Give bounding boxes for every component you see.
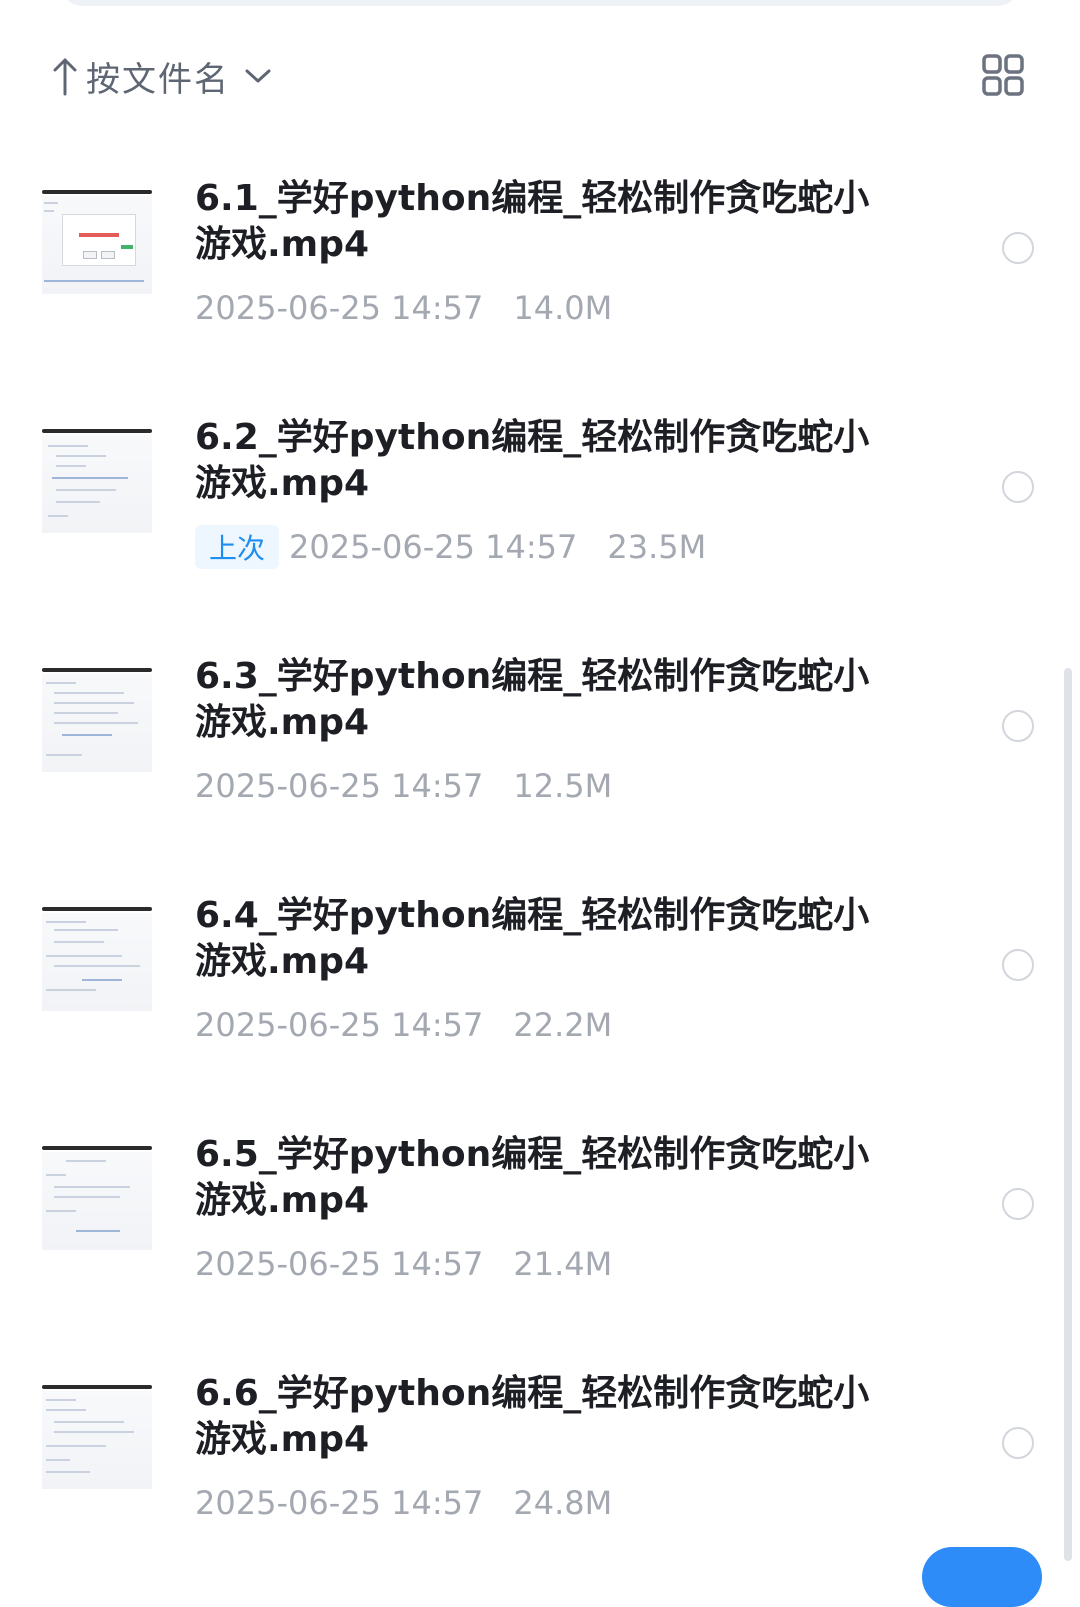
file-meta: 2025-06-25 14:57 24.8M [195,1481,612,1525]
file-row[interactable]: 6.1_学好python编程_轻松制作贪吃蛇小游戏.mp4 2025-06-25… [0,162,1080,401]
file-date: 2025-06-25 14:57 [195,289,484,327]
video-thumbnail [42,907,152,1017]
file-date: 2025-06-25 14:57 [289,528,578,566]
select-checkbox[interactable] [1002,710,1034,742]
floating-action-button[interactable] [922,1547,1042,1607]
last-played-badge: 上次 [195,525,280,569]
file-list: 6.1_学好python编程_轻松制作贪吃蛇小游戏.mp4 2025-06-25… [0,162,1080,1596]
search-bar-edge[interactable] [60,0,1020,6]
file-name: 6.4_学好python编程_轻松制作贪吃蛇小游戏.mp4 [195,895,870,982]
file-row[interactable]: 6.3_学好python编程_轻松制作贪吃蛇小游戏.mp4 2025-06-25… [0,640,1080,879]
video-thumbnail [42,668,152,778]
sort-label: 按文件名 [86,59,230,100]
file-row[interactable]: 6.4_学好python编程_轻松制作贪吃蛇小游戏.mp4 2025-06-25… [0,879,1080,1118]
file-size: 23.5M [607,528,707,566]
file-size: 21.4M [513,1245,613,1283]
video-thumbnail [42,1385,152,1495]
file-date: 2025-06-25 14:57 [195,1484,484,1522]
arrow-up-icon [53,58,77,96]
chevron-down-icon [245,69,271,83]
file-meta: 上次 2025-06-25 14:57 23.5M [195,525,706,569]
video-thumbnail [42,429,152,539]
file-row[interactable]: 6.2_学好python编程_轻松制作贪吃蛇小游戏.mp4 上次 2025-06… [0,401,1080,640]
select-checkbox[interactable] [1002,1427,1034,1459]
file-name: 6.2_学好python编程_轻松制作贪吃蛇小游戏.mp4 [195,417,870,504]
file-date: 2025-06-25 14:57 [195,767,484,805]
sort-selector[interactable]: 按文件名 [52,50,272,102]
video-thumbnail [42,190,152,300]
file-size: 24.8M [513,1484,613,1522]
file-name: 6.5_学好python编程_轻松制作贪吃蛇小游戏.mp4 [195,1134,870,1221]
select-checkbox[interactable] [1002,232,1034,264]
file-meta: 2025-06-25 14:57 22.2M [195,1003,612,1047]
select-checkbox[interactable] [1002,1188,1034,1220]
file-name: 6.1_学好python编程_轻松制作贪吃蛇小游戏.mp4 [195,178,870,265]
file-size: 22.2M [513,1006,613,1044]
file-size: 12.5M [513,767,613,805]
scrollbar[interactable] [1064,668,1072,1561]
grid-view-icon[interactable] [982,54,1024,96]
file-row[interactable]: 6.6_学好python编程_轻松制作贪吃蛇小游戏.mp4 2025-06-25… [0,1357,1080,1596]
file-meta: 2025-06-25 14:57 21.4M [195,1242,612,1286]
file-meta: 2025-06-25 14:57 12.5M [195,764,612,808]
file-size: 14.0M [513,289,613,327]
select-checkbox[interactable] [1002,949,1034,981]
file-row[interactable]: 6.5_学好python编程_轻松制作贪吃蛇小游戏.mp4 2025-06-25… [0,1118,1080,1357]
file-name: 6.3_学好python编程_轻松制作贪吃蛇小游戏.mp4 [195,656,870,743]
file-date: 2025-06-25 14:57 [195,1245,484,1283]
video-thumbnail [42,1146,152,1256]
file-date: 2025-06-25 14:57 [195,1006,484,1044]
file-meta: 2025-06-25 14:57 14.0M [195,286,612,330]
file-name: 6.6_学好python编程_轻松制作贪吃蛇小游戏.mp4 [195,1373,870,1460]
select-checkbox[interactable] [1002,471,1034,503]
